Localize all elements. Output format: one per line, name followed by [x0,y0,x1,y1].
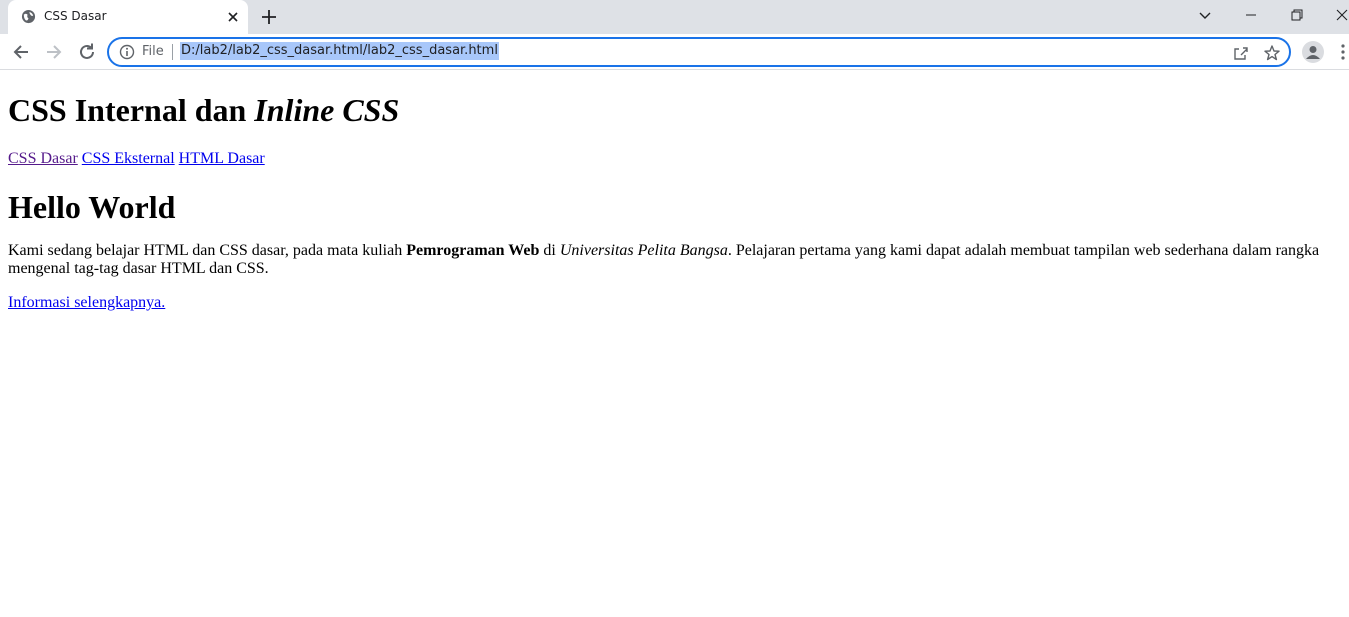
browser-tab[interactable]: CSS Dasar [8,0,248,34]
restore-icon[interactable] [1283,4,1311,26]
para-italic: Universitas Pelita Bangsa [559,242,728,259]
tab-strip: CSS Dasar [0,0,1349,34]
more-info-link[interactable]: Informasi selengkapnya. [8,294,165,311]
close-icon[interactable] [226,10,240,24]
hello-heading: Hello World [8,189,176,225]
forward-arrow-icon[interactable] [44,42,64,62]
main-heading-italic: Inline CSS [254,92,400,128]
star-icon[interactable] [1263,44,1281,62]
reload-icon[interactable] [77,42,97,62]
para-text-2: di [539,242,560,259]
url-text[interactable]: D:/lab2/lab2_css_dasar.html/lab2_css_das… [180,42,499,60]
page-content: CSS Internal dan Inline CSS CSS Dasar CS… [0,71,1349,617]
profile-icon[interactable] [1302,41,1324,63]
nav-links: CSS Dasar CSS Eksternal HTML Dasar [8,150,1341,168]
tab-title: CSS Dasar [44,9,107,23]
para-text-1: Kami sedang belajar HTML dan CSS dasar, … [8,242,407,259]
main-heading-text: CSS Internal dan [8,92,255,128]
kebab-menu-icon[interactable] [1336,42,1349,62]
plus-icon[interactable] [260,8,278,26]
share-icon[interactable] [1232,44,1250,62]
intro-paragraph: Kami sedang belajar HTML dan CSS dasar, … [8,242,1341,278]
address-bar[interactable]: File D:/lab2/lab2_css_dasar.html/lab2_cs… [107,37,1291,67]
main-heading: CSS Internal dan Inline CSS [8,92,1341,129]
more-info-paragraph: Informasi selengkapnya. [8,294,1341,312]
chevron-down-icon[interactable] [1191,4,1219,26]
link-css-eksternal[interactable]: CSS Eksternal [82,150,175,167]
omnibox-separator [172,44,173,60]
para-bold: Pemrograman Web [406,242,540,259]
browser-toolbar: File D:/lab2/lab2_css_dasar.html/lab2_cs… [0,34,1349,70]
window-close-icon[interactable] [1328,4,1349,26]
scheme-label: File [142,44,164,59]
back-arrow-icon[interactable] [11,42,31,62]
globe-icon [21,9,36,24]
info-icon[interactable] [119,44,135,60]
minimize-icon[interactable] [1237,4,1265,26]
link-css-dasar[interactable]: CSS Dasar [8,150,78,167]
link-html-dasar[interactable]: HTML Dasar [179,150,265,167]
